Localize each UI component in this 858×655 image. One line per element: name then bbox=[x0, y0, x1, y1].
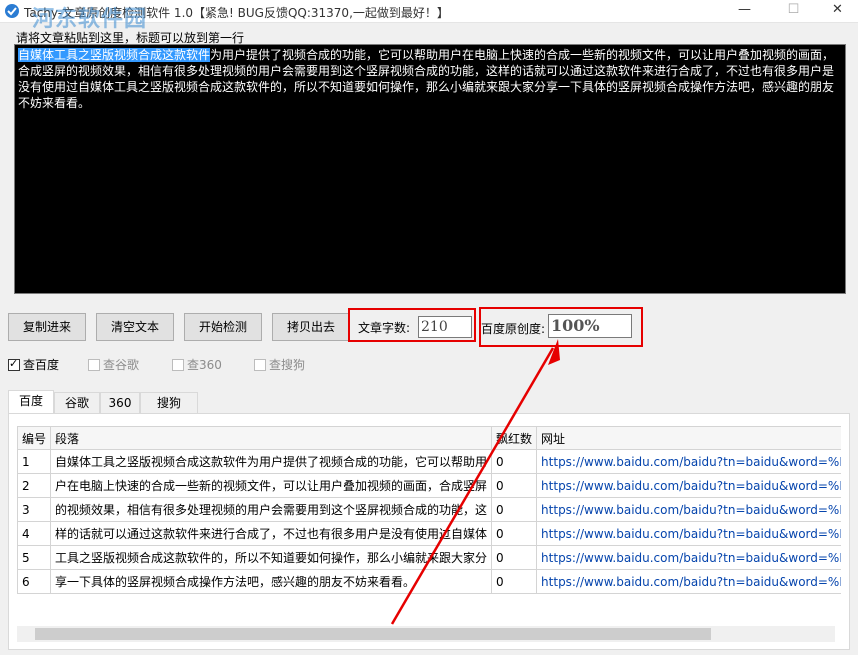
scrollbar-thumb[interactable] bbox=[35, 628, 711, 640]
check-google-label: 查谷歌 bbox=[103, 358, 139, 372]
word-count-label: 文章字数: bbox=[358, 319, 410, 336]
table-header-row: 编号 段落 飘红数 网址 bbox=[18, 427, 842, 450]
cell-paragraph: 自媒体工具之竖版视频合成这款软件为用户提供了视频合成的功能，它可以帮助用 bbox=[51, 450, 492, 474]
start-check-button[interactable]: 开始检测 bbox=[184, 313, 262, 341]
cell-red-count: 0 bbox=[492, 522, 537, 546]
cell-paragraph: 样的话就可以通过这款软件来进行合成了，不过也有很多用户是没有使用过自媒体 bbox=[51, 522, 492, 546]
cell-paragraph: 户在电脑上快速的合成一些新的视频文件，可以让用户叠加视频的画面，合成竖屏 bbox=[51, 474, 492, 498]
results-panel: 编号 段落 飘红数 网址 1 自媒体工具之竖版视频合成这款软件为用户提供了视频合… bbox=[8, 413, 850, 650]
cell-number: 4 bbox=[18, 522, 51, 546]
cell-red-count: 0 bbox=[492, 450, 537, 474]
copy-out-button[interactable]: 拷贝出去 bbox=[272, 313, 350, 341]
col-header-number[interactable]: 编号 bbox=[18, 427, 51, 450]
horizontal-scrollbar[interactable] bbox=[17, 626, 835, 642]
tab-baidu[interactable]: 百度 bbox=[8, 390, 54, 413]
col-header-red-count[interactable]: 飘红数 bbox=[492, 427, 537, 450]
cell-number: 1 bbox=[18, 450, 51, 474]
col-header-paragraph[interactable]: 段落 bbox=[51, 427, 492, 450]
close-button[interactable]: ✕ bbox=[815, 0, 858, 22]
check-sogou-label: 查搜狗 bbox=[269, 358, 305, 372]
tab-google[interactable]: 谷歌 bbox=[54, 392, 100, 413]
originality-field[interactable]: 100% bbox=[548, 314, 632, 338]
tab-sogou[interactable]: 搜狗 bbox=[140, 392, 198, 413]
cell-number: 5 bbox=[18, 546, 51, 570]
originality-label: 百度原创度: bbox=[481, 320, 545, 337]
table-row[interactable]: 5 工具之竖版视频合成这款软件的，所以不知道要如何操作，那么小编就来跟大家分 0… bbox=[18, 546, 842, 570]
cell-number: 6 bbox=[18, 570, 51, 594]
cell-url-link[interactable]: https://www.baidu.com/baidu?tn=baidu&wor… bbox=[537, 498, 841, 522]
cell-url-link[interactable]: https://www.baidu.com/baidu?tn=baidu&wor… bbox=[537, 570, 841, 594]
results-table: 编号 段落 飘红数 网址 1 自媒体工具之竖版视频合成这款软件为用户提供了视频合… bbox=[17, 426, 841, 594]
cell-url-link[interactable]: https://www.baidu.com/baidu?tn=baidu&wor… bbox=[537, 546, 841, 570]
checkbox-icon[interactable] bbox=[172, 359, 184, 371]
window-title: Tachy-文章原创度检测软件 1.0【紧急! BUG反馈QQ:31370,一起… bbox=[24, 4, 449, 21]
cell-red-count: 0 bbox=[492, 570, 537, 594]
selected-text: 自媒体工具之竖版视频合成这款软件 bbox=[18, 48, 210, 62]
cell-url-link[interactable]: https://www.baidu.com/baidu?tn=baidu&wor… bbox=[537, 450, 841, 474]
checkbox-icon[interactable] bbox=[254, 359, 266, 371]
cell-red-count: 0 bbox=[492, 498, 537, 522]
table-row[interactable]: 3 的视频效果，相信有很多处理视频的用户会需要用到这个竖屏视频合成的功能，这 0… bbox=[18, 498, 842, 522]
maximize-button[interactable]: ☐ bbox=[771, 0, 816, 22]
cell-number: 3 bbox=[18, 498, 51, 522]
word-count-field[interactable]: 210 bbox=[418, 316, 472, 338]
app-icon bbox=[4, 3, 20, 19]
checkbox-checked-icon[interactable]: ✓ bbox=[8, 359, 20, 371]
cell-red-count: 0 bbox=[492, 474, 537, 498]
cell-url-link[interactable]: https://www.baidu.com/baidu?tn=baidu&wor… bbox=[537, 522, 841, 546]
cell-number: 2 bbox=[18, 474, 51, 498]
table-row[interactable]: 6 享一下具体的竖屏视频合成操作方法吧，感兴趣的朋友不妨来看看。 0 https… bbox=[18, 570, 842, 594]
checkbox-icon[interactable] bbox=[88, 359, 100, 371]
col-header-url[interactable]: 网址 bbox=[537, 427, 841, 450]
tab-360[interactable]: 360 bbox=[100, 392, 140, 413]
copy-in-button[interactable]: 复制进来 bbox=[8, 313, 86, 341]
table-row[interactable]: 1 自媒体工具之竖版视频合成这款软件为用户提供了视频合成的功能，它可以帮助用 0… bbox=[18, 450, 842, 474]
title-bar: Tachy-文章原创度检测软件 1.0【紧急! BUG反馈QQ:31370,一起… bbox=[0, 0, 858, 23]
check-360[interactable]: 查360 bbox=[172, 356, 222, 373]
cell-url-link[interactable]: https://www.baidu.com/baidu?tn=baidu&wor… bbox=[537, 474, 841, 498]
cell-red-count: 0 bbox=[492, 546, 537, 570]
check-google[interactable]: 查谷歌 bbox=[88, 356, 139, 373]
check-baidu[interactable]: ✓查百度 bbox=[8, 356, 59, 373]
check-baidu-label: 查百度 bbox=[23, 358, 59, 372]
table-row[interactable]: 4 样的话就可以通过这款软件来进行合成了，不过也有很多用户是没有使用过自媒体 0… bbox=[18, 522, 842, 546]
article-text-area[interactable]: 自媒体工具之竖版视频合成这款软件为用户提供了视频合成的功能，它可以帮助用户在电脑… bbox=[14, 44, 846, 294]
check-sogou[interactable]: 查搜狗 bbox=[254, 356, 305, 373]
cell-paragraph: 享一下具体的竖屏视频合成操作方法吧，感兴趣的朋友不妨来看看。 bbox=[51, 570, 492, 594]
cell-paragraph: 工具之竖版视频合成这款软件的，所以不知道要如何操作，那么小编就来跟大家分 bbox=[51, 546, 492, 570]
cell-paragraph: 的视频效果，相信有很多处理视频的用户会需要用到这个竖屏视频合成的功能，这 bbox=[51, 498, 492, 522]
clear-text-button[interactable]: 清空文本 bbox=[96, 313, 174, 341]
check-360-label: 查360 bbox=[187, 358, 222, 372]
table-row[interactable]: 2 户在电脑上快速的合成一些新的视频文件，可以让用户叠加视频的画面，合成竖屏 0… bbox=[18, 474, 842, 498]
results-grid: 编号 段落 飘红数 网址 1 自媒体工具之竖版视频合成这款软件为用户提供了视频合… bbox=[17, 426, 841, 619]
minimize-button[interactable]: — bbox=[722, 0, 767, 22]
